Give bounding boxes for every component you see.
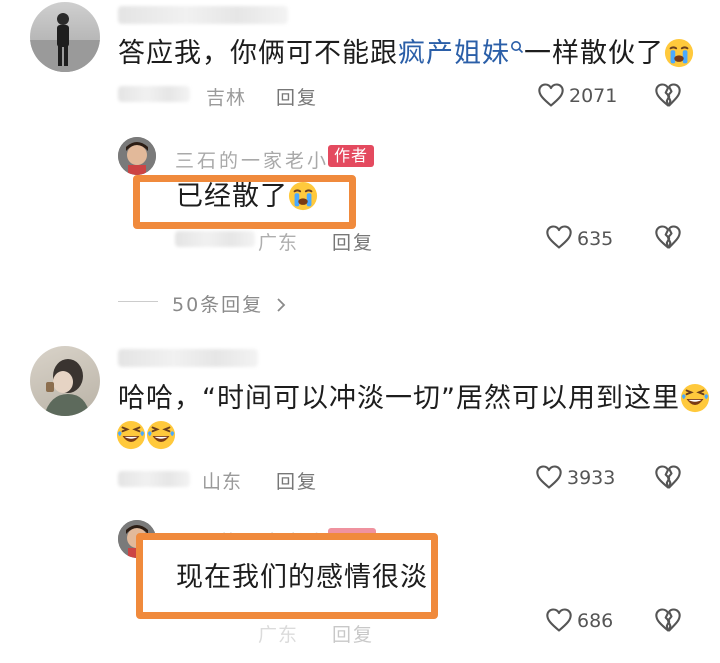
crying-face-emoji <box>664 38 694 68</box>
comment-location: 山东 <box>202 471 243 493</box>
dislike-icon[interactable] <box>654 81 682 109</box>
reply-location: 广东 <box>258 232 299 254</box>
reply-text: 现在我们的感情很淡 <box>176 562 428 593</box>
comment-location: 吉林 <box>206 87 247 109</box>
expand-replies-button[interactable]: 50条回复 <box>172 290 287 317</box>
keyword-link[interactable]: 疯产姐妹 <box>398 38 510 69</box>
reply-button[interactable]: 回复 <box>332 228 374 255</box>
reply-text-content: 已经散了 <box>176 181 288 212</box>
like-count: 3933 <box>567 467 616 489</box>
comment-text-after: 一样散伙了 <box>524 38 664 69</box>
like-icon[interactable] <box>545 606 573 634</box>
comment-text-content: 哈哈，“时间可以冲淡一切”居然可以用到这里 <box>118 383 680 414</box>
avatar[interactable] <box>30 2 100 72</box>
comment-text-before: 答应我，你俩可不能跟 <box>118 38 398 69</box>
chevron-down-icon <box>277 298 286 312</box>
comment-text: 答应我，你俩可不能跟疯产姐妹 一样散伙了 <box>118 34 694 74</box>
dislike-icon[interactable] <box>654 606 682 634</box>
search-icon[interactable] <box>510 40 524 54</box>
reply-button[interactable]: 回复 <box>276 83 318 110</box>
avatar-image <box>30 13 100 72</box>
comment-text: 哈哈，“时间可以冲淡一切”居然可以用到这里 <box>118 379 710 419</box>
dislike-icon[interactable] <box>654 463 682 491</box>
reply-username[interactable]: 三石的一家老小 <box>175 146 329 173</box>
like-count: 635 <box>577 228 614 250</box>
username-redacted <box>118 349 258 367</box>
like-count: 686 <box>577 610 614 632</box>
like-icon[interactable] <box>535 463 563 491</box>
redacted-meta <box>118 86 190 102</box>
avatar[interactable] <box>30 346 100 416</box>
crying-face-emoji <box>288 181 318 211</box>
redacted-meta <box>175 231 255 247</box>
author-badge: 作者 <box>328 145 375 167</box>
reply-button[interactable]: 回复 <box>276 467 318 494</box>
redacted-meta <box>118 471 190 487</box>
like-icon[interactable] <box>537 81 565 109</box>
reply-avatar-image <box>118 137 156 175</box>
username-redacted <box>118 6 288 24</box>
emoji-line <box>116 420 176 450</box>
reply-avatar[interactable] <box>118 137 156 175</box>
reply-button[interactable]: 回复 <box>332 620 374 647</box>
tears-of-joy-emoji <box>680 383 710 413</box>
reply-location: 广东 <box>258 624 299 646</box>
reply-text: 已经散了 <box>176 177 318 217</box>
tears-of-joy-emoji <box>146 420 176 450</box>
expand-divider <box>118 301 158 302</box>
like-icon[interactable] <box>545 223 573 251</box>
like-count: 2071 <box>569 85 618 107</box>
avatar-image <box>44 359 90 416</box>
expand-replies-label: 50条回复 <box>172 294 264 316</box>
tears-of-joy-emoji <box>116 420 146 450</box>
dislike-icon[interactable] <box>654 223 682 251</box>
